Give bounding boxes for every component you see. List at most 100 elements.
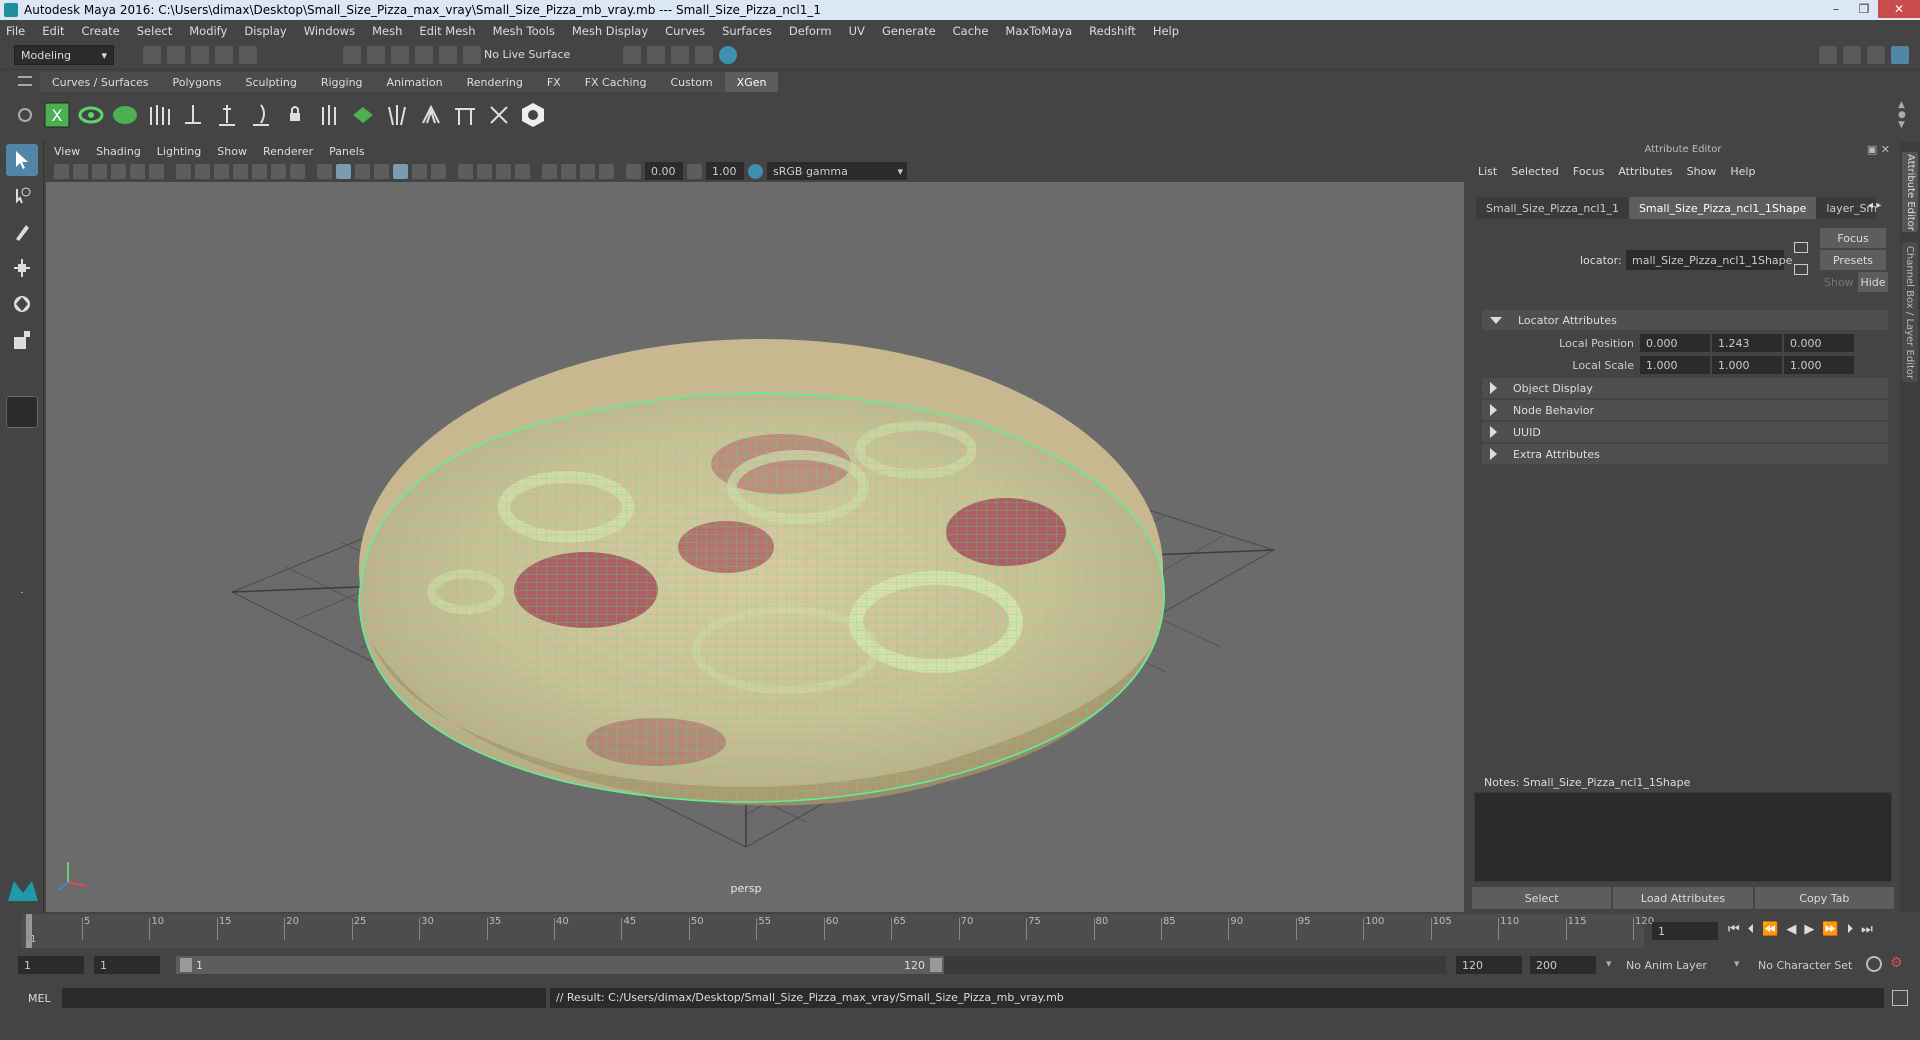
local-scale-x[interactable]: 1.000 [1640,356,1710,374]
camera-attr-icon[interactable] [73,163,88,179]
script-editor-icon[interactable] [1892,990,1908,1006]
exposure-field[interactable]: 0.00 [645,162,683,180]
outliner-icon[interactable] [1867,46,1885,64]
scene-canvas[interactable]: persp [46,182,1464,912]
snap-view-icon[interactable] [415,46,433,64]
layout-four-icon[interactable] [6,432,38,458]
vp-menu-show[interactable]: Show [217,145,247,158]
menu-modify[interactable]: Modify [189,24,227,38]
paint-select-tool-icon[interactable] [6,216,38,248]
film-gate-icon[interactable] [195,163,210,179]
menu-windows[interactable]: Windows [304,24,355,38]
presets-button[interactable]: Presets [1820,250,1886,270]
minimize-button[interactable]: – [1822,0,1850,18]
load-attributes-button[interactable]: Load Attributes [1613,887,1753,909]
modeling-toolkit-icon[interactable] [1819,46,1837,64]
field-chart-icon[interactable] [252,163,267,179]
grid-icon[interactable] [176,163,191,179]
image-plane-icon[interactable] [111,163,126,179]
xgen-split-guides-icon[interactable] [314,100,344,130]
command-input[interactable] [62,988,546,1008]
side-tab-attribute-editor[interactable]: Attribute Editor [1902,152,1918,232]
step-back-frame-icon[interactable]: ⏴ [1748,922,1755,937]
tab-curves-surfaces[interactable]: Curves / Surfaces [40,72,161,92]
character-set-dropdown[interactable]: No Character Set [1752,956,1862,974]
ae-menu-help[interactable]: Help [1730,165,1755,178]
menu-curves[interactable]: Curves [665,24,705,38]
xgen-add-guide-icon[interactable] [178,100,208,130]
xray-active-icon[interactable] [580,163,595,179]
hypershade-icon[interactable] [719,46,737,64]
ae-menu-attributes[interactable]: Attributes [1618,165,1672,178]
section-object-display[interactable]: Object Display [1482,378,1888,398]
time-slider[interactable]: 1 5 10 15 20 25 30 35 40 45 50 55 60 65 70 75 80 85 90 95 10… [0,914,1920,948]
menu-surfaces[interactable]: Surfaces [722,24,772,38]
ae-float-close-icon[interactable]: ▣ ✕ [1867,143,1890,156]
ae-menu-focus[interactable]: Focus [1573,165,1604,178]
tab-sculpting[interactable]: Sculpting [233,72,309,92]
script-language-label[interactable]: MEL [28,992,51,1005]
notes-textarea[interactable] [1474,792,1892,882]
open-scene-icon[interactable] [167,46,185,64]
exposure-icon[interactable] [626,163,641,179]
render-view-icon[interactable] [623,46,641,64]
camera-select-icon[interactable] [54,163,69,179]
xgen-cut-icon[interactable] [450,100,480,130]
input-output-icon[interactable] [1794,264,1808,275]
layout-persp-outliner-icon[interactable] [6,552,38,578]
focus-button[interactable]: Focus [1820,228,1886,248]
xgen-clump-icon[interactable] [416,100,446,130]
local-position-y[interactable]: 1.243 [1712,334,1782,352]
shelf-menu-icon[interactable] [18,76,32,86]
lights-icon[interactable] [412,163,427,179]
menu-cache[interactable]: Cache [953,24,989,38]
snap-surface-icon[interactable] [439,46,457,64]
ae-menu-selected[interactable]: Selected [1511,165,1559,178]
current-frame-field[interactable]: 1 [1652,922,1718,940]
copy-tab-button[interactable]: Copy Tab [1754,887,1894,909]
viewport-panel[interactable]: View Shading Lighting Show Renderer Pane… [8,142,1464,912]
menu-mesh-tools[interactable]: Mesh Tools [493,24,555,38]
chevron-down-icon[interactable]: ▾ [1734,957,1740,970]
tab-animation[interactable]: Animation [374,72,455,92]
menu-file[interactable]: File [6,24,25,38]
mode-dropdown[interactable]: Modeling ▾ [14,45,114,65]
xgen-guide-length-icon[interactable] [212,100,242,130]
undo-icon[interactable] [215,46,233,64]
tab-polygons[interactable]: Polygons [160,72,234,92]
motion-blur-icon[interactable] [477,163,492,179]
wireframe-icon[interactable] [317,163,332,179]
ae-tab-shape[interactable]: Small_Size_Pizza_ncl1_1Shape [1628,197,1817,219]
hide-button[interactable]: Hide [1858,272,1888,292]
snap-grid-icon[interactable] [343,46,361,64]
local-position-x[interactable]: 0.000 [1640,334,1710,352]
vp-menu-view[interactable]: View [54,145,80,158]
pizza-model[interactable] [358,339,1165,806]
menu-create[interactable]: Create [82,24,120,38]
select-node-icon[interactable] [1794,242,1808,253]
xgen-primitive-icon[interactable] [110,100,140,130]
redo-icon[interactable] [239,46,257,64]
ipr-render-icon[interactable] [671,46,689,64]
isolate-select-icon[interactable] [542,163,557,179]
xgen-place-guides-icon[interactable] [144,100,174,130]
playback-end-field[interactable]: 120 [1456,956,1522,974]
vp-menu-renderer[interactable]: Renderer [263,145,313,158]
gate-mask-icon[interactable] [233,163,248,179]
safe-action-icon[interactable] [271,163,286,179]
auto-key-icon[interactable] [1866,956,1882,972]
menu-maxtomaya[interactable]: MaxToMaya [1005,24,1072,38]
section-extra-attributes[interactable]: Extra Attributes [1482,444,1888,464]
save-scene-icon[interactable] [191,46,209,64]
live-surface-label[interactable]: No Live Surface [484,48,570,61]
render-frame-icon[interactable] [647,46,665,64]
vp-menu-shading[interactable]: Shading [96,145,141,158]
section-uuid[interactable]: UUID [1482,422,1888,442]
xgen-lock-guide-icon[interactable] [280,100,310,130]
default-material-icon[interactable] [355,163,370,179]
menu-select[interactable]: Select [137,24,172,38]
animation-start-field[interactable]: 1 [18,956,84,974]
locator-name-field[interactable]: mall_Size_Pizza_ncl1_1Shape [1626,250,1792,270]
grease-pencil-icon[interactable] [149,163,164,179]
menu-generate[interactable]: Generate [882,24,936,38]
